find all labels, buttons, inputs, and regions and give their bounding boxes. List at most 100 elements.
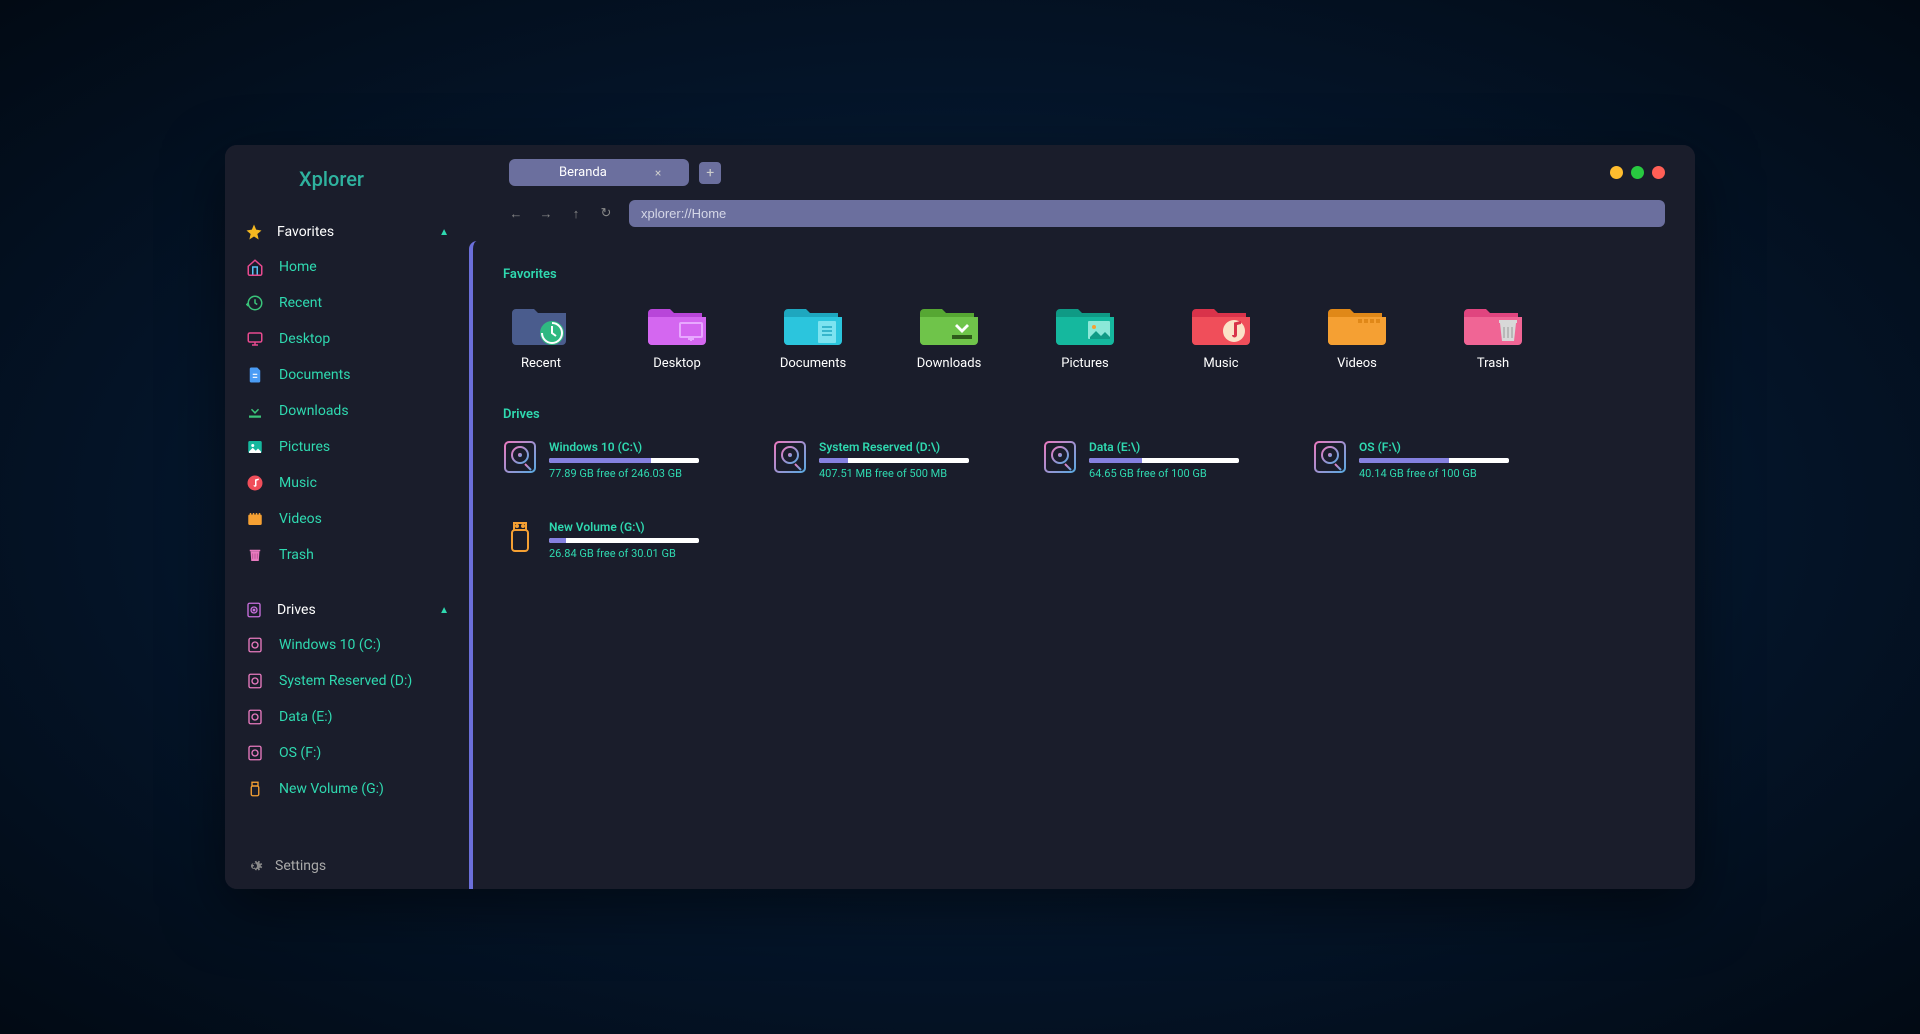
favorite-recent[interactable]: Recent (503, 300, 579, 371)
main-panel: Beranda × + ← → ↑ ↻ Favorites Recent (469, 145, 1695, 889)
desktop-folder-icon (647, 300, 707, 348)
favorite-label: Music (1203, 356, 1238, 371)
sidebar-item-pictures[interactable]: Pictures (225, 429, 469, 465)
favorite-trash[interactable]: Trash (1455, 300, 1531, 371)
section-favorites-label: Favorites (503, 267, 1665, 282)
favorite-label: Trash (1477, 356, 1509, 371)
drive-info: System Reserved (D:\) 407.51 MB free of … (819, 440, 983, 480)
close-button[interactable] (1652, 166, 1665, 179)
sidebar-drive-g[interactable]: New Volume (G:) (225, 771, 469, 807)
home-icon (245, 257, 265, 277)
drive-item[interactable]: New Volume (G:\) 26.84 GB free of 30.01 … (503, 520, 713, 560)
drive-usage-bar (549, 538, 699, 543)
sidebar-item-recent[interactable]: Recent (225, 285, 469, 321)
sidebar-item-label: System Reserved (D:) (279, 673, 412, 689)
sidebar-settings[interactable]: Settings (225, 843, 469, 889)
chevron-up-icon: ▲ (439, 227, 449, 238)
drive-name: System Reserved (D:\) (819, 440, 983, 454)
hdd-icon (1313, 440, 1347, 474)
hdd-icon (245, 671, 265, 691)
sidebar-drive-f[interactable]: OS (F:) (225, 735, 469, 771)
favorite-videos[interactable]: Videos (1319, 300, 1395, 371)
app-window: Xplorer Favorites ▲ Home Recent Desktop (225, 145, 1695, 889)
sidebar-section-drives[interactable]: Drives ▲ (225, 593, 469, 627)
drive-name: Windows 10 (C:\) (549, 440, 713, 454)
chevron-up-icon: ▲ (439, 605, 449, 616)
nav-forward-icon[interactable]: → (539, 206, 553, 222)
favorite-downloads[interactable]: Downloads (911, 300, 987, 371)
sidebar-item-downloads[interactable]: Downloads (225, 393, 469, 429)
path-input[interactable] (629, 200, 1665, 227)
sidebar-item-label: Trash (279, 547, 314, 563)
recent-folder-icon (511, 300, 571, 348)
section-drives-label: Drives (503, 407, 1665, 422)
drives-grid: Windows 10 (C:\) 77.89 GB free of 246.03… (503, 440, 1665, 560)
favorite-label: Recent (521, 356, 561, 371)
hdd-icon (245, 635, 265, 655)
sidebar-item-trash[interactable]: Trash (225, 537, 469, 573)
desktop-icon (245, 329, 265, 349)
nav-up-icon[interactable]: ↑ (569, 206, 583, 222)
downloads-folder-icon (919, 300, 979, 348)
pictures-folder-icon (1055, 300, 1115, 348)
sidebar-item-documents[interactable]: Documents (225, 357, 469, 393)
favorite-label: Documents (780, 356, 846, 371)
hdd-icon (245, 743, 265, 763)
favorites-grid: Recent Desktop Documents Downloads Pictu… (503, 300, 1665, 371)
drive-icon (245, 601, 263, 619)
hdd-icon (1043, 440, 1077, 474)
path-bar: ← → ↑ ↻ (469, 200, 1695, 241)
downloads-icon (245, 401, 265, 421)
nav-refresh-icon[interactable]: ↻ (599, 206, 613, 221)
usb-icon (245, 779, 265, 799)
sidebar-item-label: OS (F:) (279, 745, 321, 761)
favorite-label: Videos (1337, 356, 1377, 371)
favorite-pictures[interactable]: Pictures (1047, 300, 1123, 371)
hdd-icon (245, 707, 265, 727)
sidebar-item-music[interactable]: Music (225, 465, 469, 501)
sidebar-section-favorites[interactable]: Favorites ▲ (225, 215, 469, 249)
sidebar-item-label: New Volume (G:) (279, 781, 384, 797)
sidebar-drive-c[interactable]: Windows 10 (C:) (225, 627, 469, 663)
recent-icon (245, 293, 265, 313)
sidebar: Xplorer Favorites ▲ Home Recent Desktop (225, 145, 469, 889)
favorites-label: Favorites (277, 224, 334, 240)
sidebar-item-label: Pictures (279, 439, 330, 455)
drive-free-text: 40.14 GB free of 100 GB (1359, 467, 1523, 480)
gear-icon (245, 857, 263, 875)
drive-item[interactable]: Windows 10 (C:\) 77.89 GB free of 246.03… (503, 440, 713, 480)
hdd-icon (773, 440, 807, 474)
drive-usage-bar (819, 458, 969, 463)
close-tab-icon[interactable]: × (655, 166, 661, 180)
drive-usage-bar (1359, 458, 1509, 463)
drive-item[interactable]: System Reserved (D:\) 407.51 MB free of … (773, 440, 983, 480)
drive-usage-bar (1089, 458, 1239, 463)
new-tab-button[interactable]: + (699, 162, 721, 184)
favorite-music[interactable]: Music (1183, 300, 1259, 371)
drive-item[interactable]: OS (F:\) 40.14 GB free of 100 GB (1313, 440, 1523, 480)
hdd-icon (503, 440, 537, 474)
drive-item[interactable]: Data (E:\) 64.65 GB free of 100 GB (1043, 440, 1253, 480)
nav-back-icon[interactable]: ← (509, 206, 523, 222)
sidebar-drive-e[interactable]: Data (E:) (225, 699, 469, 735)
favorite-documents[interactable]: Documents (775, 300, 851, 371)
favorite-desktop[interactable]: Desktop (639, 300, 715, 371)
sidebar-item-videos[interactable]: Videos (225, 501, 469, 537)
maximize-button[interactable] (1631, 166, 1644, 179)
tab-home[interactable]: Beranda × (509, 159, 689, 186)
settings-label: Settings (275, 858, 326, 874)
sidebar-item-label: Documents (279, 367, 350, 383)
drive-info: Windows 10 (C:\) 77.89 GB free of 246.03… (549, 440, 713, 480)
sidebar-item-desktop[interactable]: Desktop (225, 321, 469, 357)
pictures-icon (245, 437, 265, 457)
sidebar-drive-d[interactable]: System Reserved (D:) (225, 663, 469, 699)
videos-folder-icon (1327, 300, 1387, 348)
sidebar-item-label: Videos (279, 511, 322, 527)
drive-name: New Volume (G:\) (549, 520, 713, 534)
favorite-label: Pictures (1061, 356, 1108, 371)
window-controls (1610, 166, 1665, 179)
sidebar-item-label: Data (E:) (279, 709, 332, 725)
trash-icon (245, 545, 265, 565)
sidebar-item-home[interactable]: Home (225, 249, 469, 285)
minimize-button[interactable] (1610, 166, 1623, 179)
